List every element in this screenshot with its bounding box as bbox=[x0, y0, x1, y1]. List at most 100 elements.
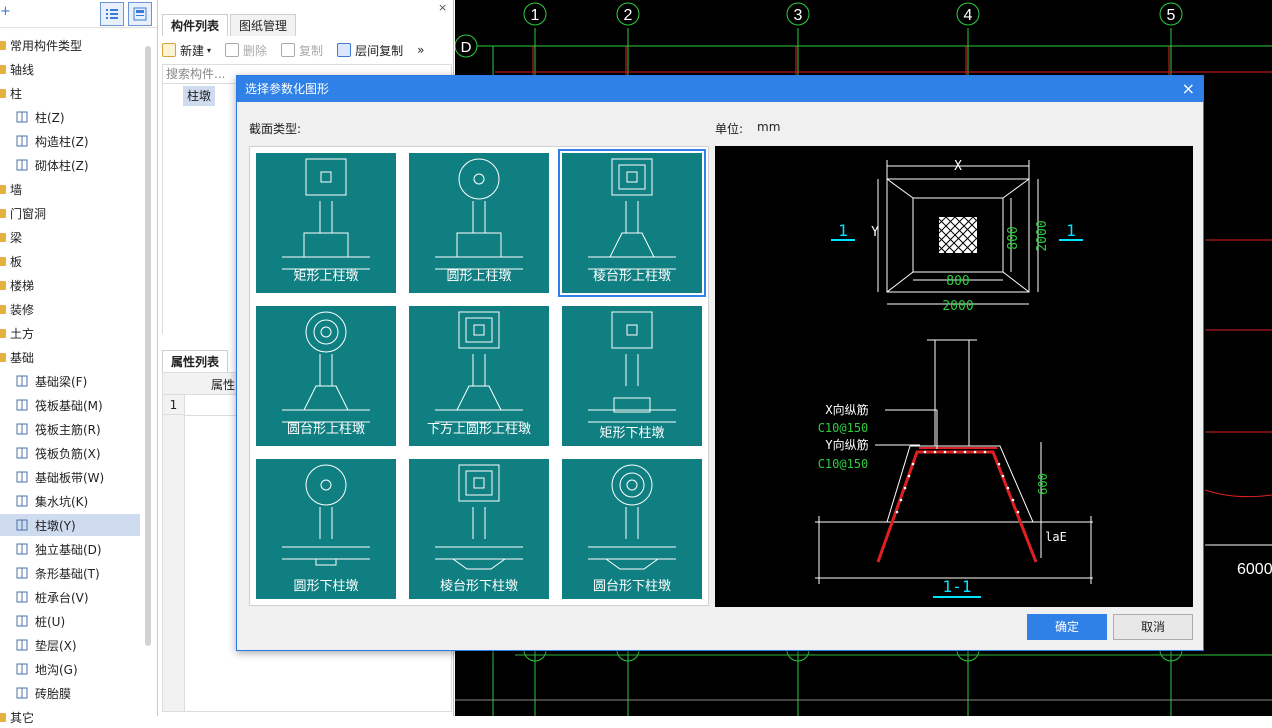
floor-copy-button[interactable]: 层间复制 bbox=[337, 42, 403, 59]
folder-icon bbox=[0, 208, 6, 218]
brick-mold-icon bbox=[14, 686, 29, 701]
folder-icon bbox=[0, 328, 6, 338]
tree-item[interactable]: 桩(U) bbox=[0, 610, 140, 632]
tree-item-label: 土方 bbox=[10, 326, 35, 341]
tree-item[interactable]: 集水坑(K) bbox=[0, 490, 140, 512]
tree-item[interactable]: 墙 bbox=[0, 178, 140, 200]
shape-label: 圆台形下柱墩 bbox=[592, 579, 671, 594]
dialog-close-icon[interactable]: × bbox=[1182, 76, 1195, 102]
delete-label: 删除 bbox=[243, 43, 268, 58]
dimension-text: 6000 bbox=[1237, 561, 1272, 578]
x-rebar-spec: C10@150 bbox=[818, 421, 869, 435]
tree-item-label: 砖胎膜 bbox=[35, 686, 72, 701]
panel-close-icon[interactable]: × bbox=[438, 1, 447, 14]
dim-600: 600 bbox=[1036, 473, 1050, 495]
new-button[interactable]: 新建 ▾ bbox=[162, 42, 211, 59]
raft-main-rebar-icon bbox=[14, 422, 29, 437]
section-mark-right: 1 bbox=[1066, 221, 1076, 240]
tree-item[interactable]: 砖胎膜 bbox=[0, 682, 140, 704]
tree-item[interactable]: 板 bbox=[0, 250, 140, 272]
tree-item-label: 基础 bbox=[10, 350, 35, 365]
shape-label: 矩形下柱墩 bbox=[599, 426, 665, 441]
tree-item[interactable]: 楼梯 bbox=[0, 274, 140, 296]
x-rebar-label: X向纵筋 bbox=[825, 402, 868, 417]
tree-item[interactable]: 梁 bbox=[0, 226, 140, 248]
tree-item[interactable]: 筏板基础(M) bbox=[0, 394, 140, 416]
preview-dim-2000-h: 2000 bbox=[942, 299, 973, 314]
tree-item[interactable]: 垫层(X) bbox=[0, 634, 140, 656]
tab-component-list[interactable]: 构件列表 bbox=[162, 14, 229, 36]
tree-item-label: 砌体柱(Z) bbox=[35, 158, 89, 173]
shape-option[interactable]: 棱台形下柱墩 bbox=[403, 453, 556, 606]
tree-item[interactable]: 筏板主筋(R) bbox=[0, 418, 140, 440]
tree-item[interactable]: 轴线 bbox=[0, 58, 140, 80]
shape-option[interactable]: 棱台形上柱墩 bbox=[556, 147, 709, 300]
folder-icon bbox=[0, 712, 6, 722]
shape-label: 圆形上柱墩 bbox=[446, 269, 512, 284]
detail-view-button[interactable] bbox=[128, 2, 152, 26]
tree-item-label: 桩(U) bbox=[35, 614, 66, 629]
pile-cap-icon bbox=[14, 590, 29, 605]
tree-item[interactable]: 条形基础(T) bbox=[0, 562, 140, 584]
shape-option[interactable]: 圆台形上柱墩 bbox=[250, 300, 403, 453]
folder-icon bbox=[0, 352, 6, 362]
tree-item[interactable]: 柱墩(Y) bbox=[0, 514, 140, 536]
tree-item[interactable]: 柱(Z) bbox=[0, 106, 140, 128]
tree-item[interactable]: 柱 bbox=[0, 82, 140, 104]
tree-item[interactable]: 装修 bbox=[0, 298, 140, 320]
tree-item[interactable]: 基础梁(F) bbox=[0, 370, 140, 392]
list-item[interactable]: 柱墩 bbox=[183, 86, 215, 106]
tree-item-label: 柱(Z) bbox=[35, 110, 65, 125]
shape-preview: X Y 800 800 2000 2000 1 1 X向纵筋 C10@150 Y… bbox=[715, 146, 1193, 607]
tree-item[interactable]: 筏板负筋(X) bbox=[0, 442, 140, 464]
tree-item[interactable]: 地沟(G) bbox=[0, 658, 140, 680]
tree-item[interactable]: 构造柱(Z) bbox=[0, 130, 140, 152]
shape-option[interactable]: 圆形下柱墩 bbox=[250, 453, 403, 606]
folder-icon bbox=[0, 280, 6, 290]
ok-button[interactable]: 确定 bbox=[1027, 614, 1107, 640]
tree-item[interactable]: 砌体柱(Z) bbox=[0, 154, 140, 176]
tree-item[interactable]: 独立基础(D) bbox=[0, 538, 140, 560]
parametric-shape-dialog: 选择参数化图形 × 截面类型: 单位: mm 矩形上柱墩 圆形上柱墩 棱台形上柱墩圆… bbox=[236, 75, 1204, 651]
y-rebar-label: Y向纵筋 bbox=[825, 437, 868, 452]
tree-item-label: 独立基础(D) bbox=[35, 542, 102, 557]
tree-item[interactable]: 基础板带(W) bbox=[0, 466, 140, 488]
tree-item[interactable]: 其它 bbox=[0, 706, 140, 728]
folder-icon bbox=[0, 64, 6, 74]
dialog-title: 选择参数化图形 bbox=[245, 82, 330, 96]
tree-item-label: 楼梯 bbox=[10, 278, 35, 293]
cancel-button[interactable]: 取消 bbox=[1113, 614, 1193, 640]
shape-option[interactable]: 下方上圆形上柱墩 bbox=[403, 300, 556, 453]
folder-icon bbox=[0, 88, 6, 98]
section-type-label: 截面类型: bbox=[249, 122, 302, 136]
tree-item-label: 桩承台(V) bbox=[35, 590, 89, 605]
tree-item[interactable]: 桩承台(V) bbox=[0, 586, 140, 608]
preview-y-label: Y bbox=[871, 225, 879, 240]
raft-negative-rebar-icon bbox=[14, 446, 29, 461]
row-number-column bbox=[163, 415, 185, 711]
shape-option[interactable]: 圆形上柱墩 bbox=[403, 147, 556, 300]
list-view-button[interactable] bbox=[100, 2, 124, 26]
tree-item[interactable]: 常用构件类型 bbox=[0, 34, 140, 56]
shape-option[interactable]: 圆台形下柱墩 bbox=[556, 453, 709, 606]
folder-icon bbox=[0, 232, 6, 242]
delete-button[interactable]: 删除 bbox=[225, 42, 267, 59]
tree-item[interactable]: 基础 bbox=[0, 346, 140, 368]
tab-drawing-management[interactable]: 图纸管理 bbox=[230, 14, 297, 36]
shape-option[interactable]: 矩形下柱墩 bbox=[556, 300, 709, 453]
new-label: 新建 bbox=[180, 43, 205, 58]
tab-property-list[interactable]: 属性列表 bbox=[162, 350, 229, 372]
expand-icon[interactable]: + bbox=[0, 4, 11, 19]
constructional-column-icon bbox=[14, 134, 29, 149]
tree-item[interactable]: 门窗洞 bbox=[0, 202, 140, 224]
tree-item[interactable]: 土方 bbox=[0, 322, 140, 344]
pile-icon bbox=[14, 614, 29, 629]
copy-button[interactable]: 复制 bbox=[281, 42, 323, 59]
detail-icon bbox=[133, 7, 147, 21]
preview-dim-2000-v: 2000 bbox=[1035, 220, 1050, 251]
tree-scrollbar[interactable] bbox=[145, 46, 151, 646]
shape-option[interactable]: 矩形上柱墩 bbox=[250, 147, 403, 300]
section-title: 1-1 bbox=[943, 577, 972, 596]
toolbar-more-icon[interactable]: » bbox=[417, 43, 424, 57]
shape-label: 圆台形上柱墩 bbox=[286, 422, 365, 437]
